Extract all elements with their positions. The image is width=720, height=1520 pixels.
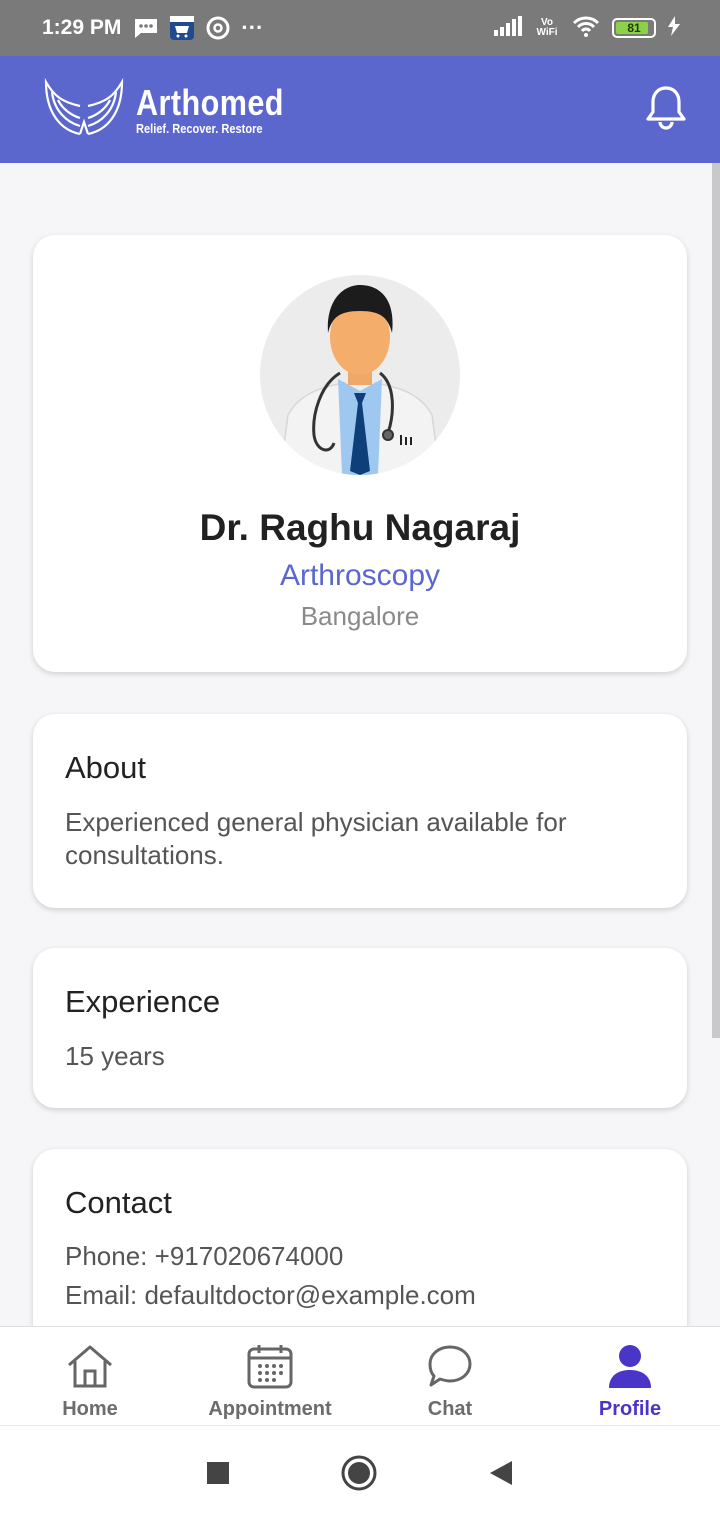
vowifi-indicator: Vo WiFi: [536, 17, 558, 38]
experience-card: Experience 15 years: [33, 948, 687, 1108]
doctor-name: Dr. Raghu Nagaraj: [199, 507, 521, 548]
calendar-icon: [246, 1343, 294, 1394]
home-icon: [65, 1343, 115, 1394]
doctor-profile-card: Dr. Raghu Nagaraj Arthroscopy Bangalore: [33, 235, 687, 672]
more-dots: ···: [241, 15, 264, 40]
brand-tagline: Relief. Recover. Restore: [136, 120, 263, 136]
back-triangle-icon[interactable]: [488, 1459, 514, 1487]
shopping-app-icon: [169, 15, 195, 41]
contact-email[interactable]: Email: defaultdoctor@example.com: [65, 1276, 655, 1315]
signal-icon: [494, 15, 522, 41]
system-navigation: [0, 1425, 720, 1520]
status-bar: 1:29 PM ··· Vo WiFi 81: [0, 0, 720, 56]
experience-text: 15 years: [65, 1041, 165, 1071]
wifi-icon: [572, 15, 600, 42]
nav-home[interactable]: Home: [0, 1327, 180, 1425]
recents-square-icon[interactable]: [206, 1461, 230, 1485]
charging-icon: [668, 15, 680, 41]
wings-logo-icon: [40, 72, 128, 147]
person-icon: [607, 1343, 653, 1394]
doctor-specialty: Arthroscopy: [279, 559, 441, 592]
about-title: About: [65, 750, 147, 785]
profile-content[interactable]: Dr. Raghu Nagaraj Arthroscopy Bangalore …: [0, 163, 720, 1326]
nav-appointment[interactable]: Appointment: [180, 1327, 360, 1425]
status-time: 1:29 PM: [42, 16, 122, 39]
brand-name: Arthomed: [136, 81, 284, 123]
nav-profile-label: Profile: [598, 1398, 662, 1420]
nav-home-label: Home: [62, 1398, 118, 1420]
brand-logo[interactable]: Arthomed Relief. Recover. Restore: [40, 72, 310, 147]
contact-phone[interactable]: Phone: +917020674000: [65, 1237, 655, 1276]
home-circle-icon[interactable]: [340, 1454, 378, 1492]
nav-chat-label: Chat: [427, 1398, 473, 1420]
nav-chat[interactable]: Chat: [360, 1327, 540, 1425]
nav-profile[interactable]: Profile: [540, 1327, 720, 1425]
message-icon: [133, 17, 159, 39]
bottom-navigation: Home Appointment Chat Profile: [0, 1326, 720, 1425]
notification-bell-icon[interactable]: [644, 84, 688, 135]
nav-appointment-label: Appointment: [208, 1398, 332, 1420]
scrollbar[interactable]: [712, 163, 720, 1038]
app-bar: Arthomed Relief. Recover. Restore: [0, 56, 720, 163]
battery-indicator: 81: [612, 18, 656, 38]
about-card: About Experienced general physician avai…: [33, 714, 687, 908]
doctor-avatar: [260, 275, 460, 475]
battery-level: 81: [627, 21, 641, 35]
contact-card: Contact Phone: +917020674000 Email: defa…: [33, 1149, 687, 1326]
doctor-city: Bangalore: [300, 601, 420, 631]
about-text: Experienced general physician available …: [65, 807, 567, 870]
at-sign-icon: [205, 15, 231, 41]
experience-title: Experience: [65, 984, 221, 1019]
chat-icon: [426, 1343, 474, 1394]
contact-title: Contact: [65, 1185, 172, 1220]
